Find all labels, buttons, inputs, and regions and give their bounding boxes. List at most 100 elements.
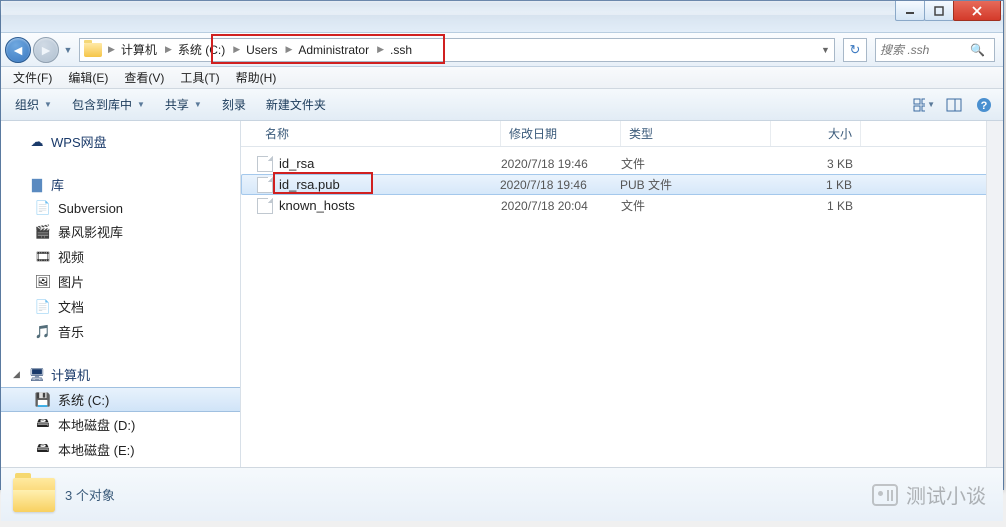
preview-pane-button[interactable] bbox=[943, 94, 965, 116]
close-button[interactable] bbox=[953, 1, 1001, 21]
file-date: 2020/7/18 19:46 bbox=[501, 157, 621, 171]
menu-edit[interactable]: 编辑(E) bbox=[60, 67, 116, 88]
sidebar-drive[interactable]: 💾 系统 (C:) bbox=[1, 387, 240, 412]
column-size[interactable]: 大小 bbox=[771, 121, 861, 146]
sidebar-item[interactable]: 🎬暴风影视库 bbox=[1, 219, 240, 244]
toolbar-burn[interactable]: 刻录 bbox=[216, 92, 252, 117]
computer-icon: 🖥 bbox=[29, 367, 45, 383]
breadcrumb-drive[interactable]: 系统 (C:) bbox=[174, 39, 231, 61]
drive-icon: 💾 bbox=[35, 392, 51, 408]
video-icon: 🎞 bbox=[35, 249, 51, 265]
sidebar-item-label: 系统 (C:) bbox=[58, 390, 109, 409]
chevron-right-icon[interactable]: ▶ bbox=[231, 44, 242, 55]
file-list: id_rsa2020/7/18 19:46文件3 KBid_rsa.pub202… bbox=[241, 147, 1003, 467]
address-bar[interactable]: ▶ 计算机 ▶ 系统 (C:) ▶ Users ▶ Administrator … bbox=[79, 38, 835, 62]
folder-icon bbox=[13, 478, 55, 512]
sidebar-item-label: 视频 bbox=[58, 247, 84, 266]
file-name: known_hosts bbox=[279, 198, 355, 213]
menu-file[interactable]: 文件(F) bbox=[5, 67, 60, 88]
search-icon: 🔍 bbox=[970, 43, 985, 57]
sidebar-item-label: 本地磁盘 (E:) bbox=[58, 440, 135, 459]
file-type: PUB 文件 bbox=[620, 176, 770, 193]
file-date: 2020/7/18 19:46 bbox=[500, 178, 620, 192]
chevron-right-icon[interactable]: ▶ bbox=[283, 44, 294, 55]
sidebar-item-label: 本地磁盘 (D:) bbox=[58, 415, 135, 434]
refresh-button[interactable]: ↻ bbox=[843, 38, 867, 62]
file-name: id_rsa bbox=[279, 156, 314, 171]
menu-help[interactable]: 帮助(H) bbox=[228, 67, 285, 88]
drive-icon: 🖴 bbox=[35, 442, 51, 458]
chevron-right-icon[interactable]: ▶ bbox=[375, 44, 386, 55]
sidebar-item-label: 图片 bbox=[58, 272, 84, 291]
column-type[interactable]: 类型 bbox=[621, 121, 771, 146]
file-icon bbox=[257, 177, 273, 193]
breadcrumb-users[interactable]: Users bbox=[242, 39, 283, 61]
file-icon bbox=[257, 156, 273, 172]
maximize-button[interactable] bbox=[924, 1, 954, 21]
sidebar-drive[interactable]: 🖴本地磁盘 (D:) bbox=[1, 412, 240, 437]
toolbar-newfolder[interactable]: 新建文件夹 bbox=[260, 92, 332, 117]
titlebar bbox=[1, 1, 1003, 33]
sidebar-item[interactable]: 🎵 音乐 bbox=[1, 319, 240, 344]
content-pane: 名称 修改日期 类型 大小 id_rsa2020/7/18 19:46文件3 K… bbox=[241, 121, 1003, 467]
statusbar: 3 个对象 bbox=[1, 467, 1003, 521]
column-date[interactable]: 修改日期 bbox=[501, 121, 621, 146]
sidebar-item-label: 库 bbox=[51, 175, 64, 194]
library-icon: ▇ bbox=[29, 177, 45, 193]
file-row[interactable]: id_rsa 2020/7/18 19:46文件3 KB bbox=[241, 153, 1003, 174]
sidebar-computer[interactable]: ◢ 🖥 计算机 bbox=[1, 362, 240, 387]
sidebar-item[interactable]: 📄 文档 bbox=[1, 294, 240, 319]
toolbar-organize[interactable]: 组织▼ bbox=[9, 92, 58, 117]
sidebar-library[interactable]: ▇ 库 bbox=[1, 172, 240, 197]
sidebar-item-label: 音乐 bbox=[58, 322, 84, 341]
chevron-right-icon[interactable]: ▶ bbox=[163, 44, 174, 55]
help-button[interactable]: ? bbox=[973, 94, 995, 116]
sidebar-item[interactable]: 🖼 图片 bbox=[1, 269, 240, 294]
file-row[interactable]: known_hosts2020/7/18 20:04文件1 KB bbox=[241, 195, 1003, 216]
menu-tools[interactable]: 工具(T) bbox=[172, 67, 227, 88]
picture-icon: 🖼 bbox=[35, 274, 51, 290]
document-icon: 📄 bbox=[35, 299, 51, 315]
sidebar-item[interactable]: 🎞 视频 bbox=[1, 244, 240, 269]
file-size: 3 KB bbox=[771, 157, 853, 171]
file-type: 文件 bbox=[621, 197, 771, 214]
sidebar-item-label: 文档 bbox=[58, 297, 84, 316]
file-date: 2020/7/18 20:04 bbox=[501, 199, 621, 213]
file-type: 文件 bbox=[621, 155, 771, 172]
breadcrumb-ssh[interactable]: .ssh bbox=[386, 39, 418, 61]
file-row[interactable]: id_rsa.pub2020/7/18 19:46PUB 文件1 KB bbox=[241, 174, 1003, 195]
sidebar-item[interactable]: 📄 Subversion bbox=[1, 197, 240, 219]
breadcrumb-admin[interactable]: Administrator bbox=[294, 39, 375, 61]
toolbar-share[interactable]: 共享▼ bbox=[159, 92, 208, 117]
explorer-window: ◄ ► ▼ ▶ 计算机 ▶ 系统 (C:) ▶ Users ▶ Administ… bbox=[0, 0, 1004, 490]
search-box[interactable]: 🔍 bbox=[875, 38, 995, 62]
subversion-icon: 📄 bbox=[35, 200, 51, 216]
watermark: 测试小谈 bbox=[872, 480, 986, 509]
scrollbar[interactable] bbox=[986, 121, 1003, 467]
sidebar-drive[interactable]: 🖴 本地磁盘 (E:) bbox=[1, 437, 240, 462]
sidebar-item-label: Subversion bbox=[58, 201, 123, 216]
history-dropdown[interactable]: ▼ bbox=[61, 38, 75, 62]
menu-view[interactable]: 查看(V) bbox=[116, 67, 172, 88]
file-size: 1 KB bbox=[770, 178, 852, 192]
back-button[interactable]: ◄ bbox=[5, 37, 31, 63]
toolbar-include[interactable]: 包含到库中▼ bbox=[66, 92, 151, 117]
minimize-button[interactable] bbox=[895, 1, 925, 21]
chevron-right-icon[interactable]: ▶ bbox=[106, 44, 117, 55]
sidebar: ☁ WPS网盘 ▇ 库 📄 Subversion 🎬暴风影视库 🎞 视频 🖼 图片 📄 文档 🎵 音… bbox=[1, 121, 241, 467]
forward-button[interactable]: ► bbox=[33, 37, 59, 63]
navbar: ◄ ► ▼ ▶ 计算机 ▶ 系统 (C:) ▶ Users ▶ Administ… bbox=[1, 33, 1003, 67]
folder-icon bbox=[84, 43, 102, 57]
column-name[interactable]: 名称 bbox=[241, 121, 501, 146]
menubar: 文件(F) 编辑(E) 查看(V) 工具(T) 帮助(H) bbox=[1, 67, 1003, 89]
body-area: ☁ WPS网盘 ▇ 库 📄 Subversion 🎬暴风影视库 🎞 视频 🖼 图片 📄 文档 🎵 音… bbox=[1, 121, 1003, 467]
sidebar-item-label: 暴风影视库 bbox=[58, 222, 123, 241]
music-icon: 🎵 bbox=[35, 324, 51, 340]
breadcrumb-computer[interactable]: 计算机 bbox=[117, 39, 163, 61]
address-dropdown[interactable]: ▼ bbox=[816, 39, 834, 61]
view-mode-button[interactable]: ▼ bbox=[913, 94, 935, 116]
sidebar-wps[interactable]: ☁ WPS网盘 bbox=[1, 129, 240, 154]
sidebar-item-label: 计算机 bbox=[51, 365, 90, 384]
search-input[interactable] bbox=[880, 43, 970, 57]
file-icon bbox=[257, 198, 273, 214]
